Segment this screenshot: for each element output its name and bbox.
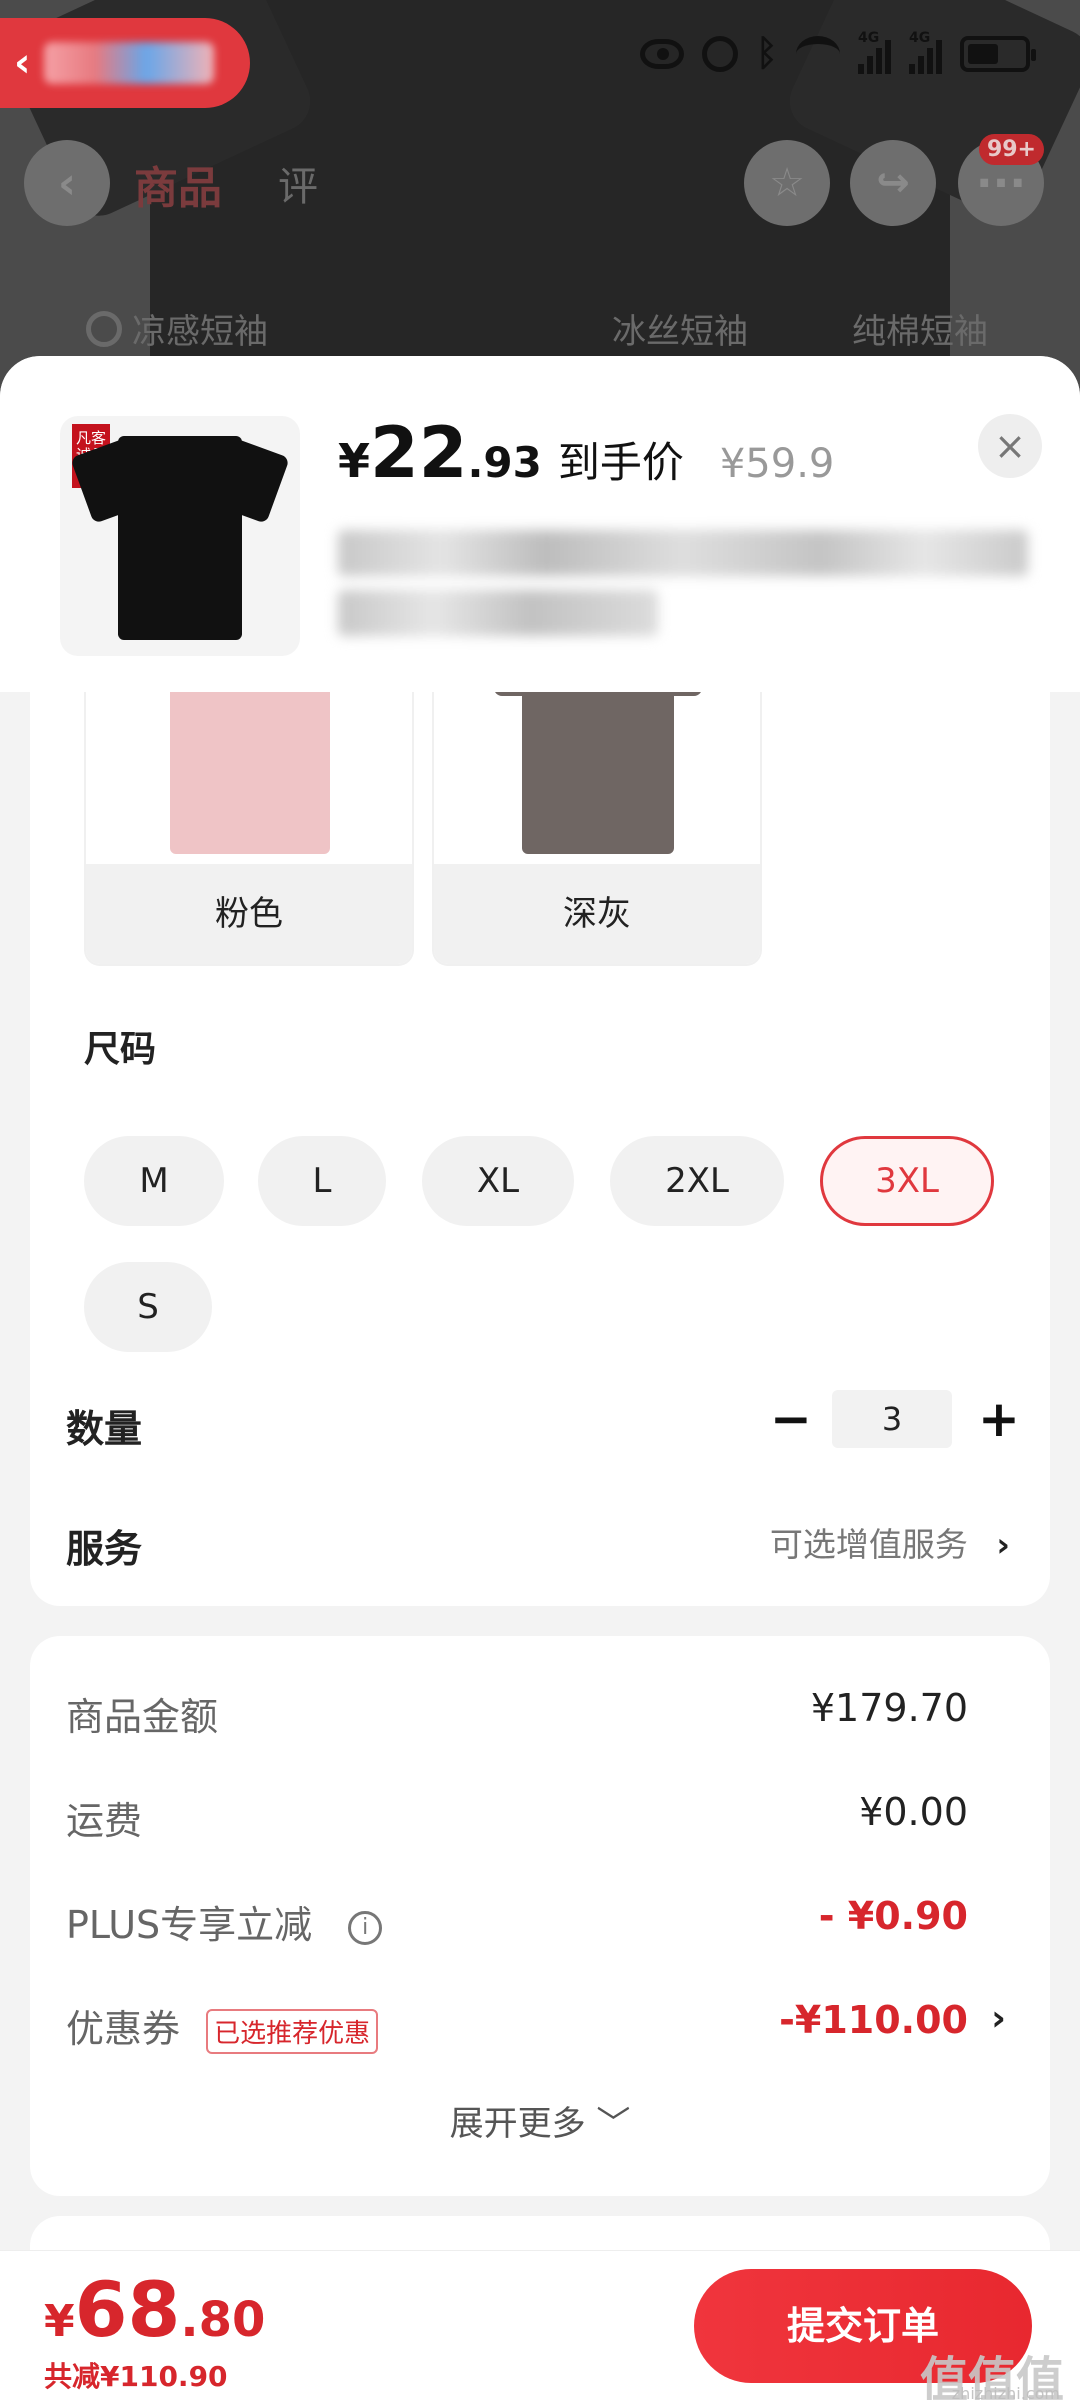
price-decimal: .93	[467, 438, 542, 487]
blurred-sku-description	[338, 530, 1028, 640]
eye-icon	[640, 39, 684, 69]
color-option-pink[interactable]: 粉色	[84, 686, 414, 966]
tshirt-image	[170, 686, 330, 866]
size-option-3xl-selected[interactable]: 3XL	[820, 1136, 994, 1226]
more-icon: ···	[975, 157, 1027, 209]
price-row-value: ¥0.00	[859, 1790, 968, 1834]
tshirt-image	[494, 686, 702, 866]
price-currency: ¥	[338, 434, 371, 488]
close-button[interactable]: ×	[978, 414, 1042, 478]
sku-selection-sheet: 凡客诚品 ¥ 22 .93 到手价 ¥59.9 ×	[0, 356, 1080, 2400]
background-product-page: ‹ ᛒ 4G 4G ‹ 商品 评 ☆ ↪ ··· 99+ 凉感短袖 冰丝短袖 纯…	[0, 0, 1080, 400]
price-row-label: 优惠券	[66, 2007, 181, 2051]
battery-icon	[960, 36, 1036, 72]
options-card: 粉色 深灰 尺码 M L XL 2XL 3XL S 数量 − 3 + 服务 可选…	[30, 686, 1050, 1606]
quantity-label: 数量	[66, 1407, 143, 1451]
more-button[interactable]: ··· 99+	[958, 134, 1044, 226]
service-value: 可选增值服务	[769, 1525, 968, 1564]
price-row-label: PLUS专享立减	[66, 1903, 313, 1947]
size-option-2xl[interactable]: 2XL	[610, 1136, 784, 1226]
status-bar: ‹ ᛒ 4G 4G	[0, 0, 1080, 120]
info-icon[interactable]: i	[348, 1910, 383, 1945]
size-option-m[interactable]: M	[84, 1136, 224, 1226]
sheet-header: 凡客诚品 ¥ 22 .93 到手价 ¥59.9 ×	[0, 356, 1080, 692]
coupon-tag: 已选推荐优惠	[206, 2009, 379, 2054]
color-option-label: 粉色	[86, 864, 412, 964]
quantity-stepper: − 3 +	[770, 1390, 1020, 1448]
price-row-label: 运费	[66, 1799, 143, 1843]
alarm-icon	[702, 36, 738, 72]
checkout-bar: ¥ 68 .80 共减¥110.90 提交订单	[0, 2250, 1080, 2400]
size-section-title: 尺码	[84, 1029, 157, 1070]
color-option-label: 深灰	[434, 864, 760, 964]
nav-title: 商品	[134, 163, 222, 214]
chevron-left-icon: ‹	[14, 40, 31, 86]
coupon-row[interactable]: 优惠券 已选推荐优惠	[66, 1998, 379, 2054]
service-label: 服务	[66, 1527, 143, 1571]
share-button[interactable]: ↪	[850, 140, 936, 226]
signal-icon: 4G	[858, 30, 891, 74]
total-decimal: .80	[180, 2292, 266, 2348]
plus-button[interactable]: +	[978, 1390, 1020, 1448]
price-breakdown-card: 商品金额 ¥179.70 运费 ¥0.00 PLUS专享立减 i - ¥0.90…	[30, 1636, 1050, 2196]
total-saved: 共减¥110.90	[44, 2360, 228, 2393]
search-tag: 纯棉短袖	[852, 312, 988, 352]
product-thumbnail: 凡客诚品	[60, 416, 300, 656]
watermark-url: zhizhizhi.com	[951, 2384, 1060, 2400]
size-option-l[interactable]: L	[258, 1136, 386, 1226]
star-icon: ☆	[769, 160, 805, 206]
size-option-xl[interactable]: XL	[422, 1136, 574, 1226]
close-icon: ×	[994, 424, 1026, 468]
search-tag: 冰丝短袖	[612, 312, 748, 352]
price-row-value: ¥179.70	[810, 1686, 968, 1730]
total-currency: ¥	[44, 2296, 75, 2347]
quantity-input[interactable]: 3	[832, 1390, 952, 1448]
total-integer: 68	[74, 2265, 181, 2354]
chevron-left-icon: ‹	[57, 157, 77, 209]
coupon-discount-value: -¥110.00	[779, 1998, 968, 2042]
expand-more-button[interactable]: 展开更多 ﹀	[30, 2096, 1050, 2145]
total-price: ¥ 68 .80	[44, 2265, 265, 2354]
size-option-s[interactable]: S	[84, 1262, 212, 1352]
return-to-app-pill[interactable]: ‹	[0, 18, 250, 108]
color-option-dark-gray[interactable]: 深灰	[432, 686, 762, 966]
price-integer: 22	[370, 412, 468, 494]
blurred-app-name	[44, 42, 215, 84]
share-icon: ↪	[876, 160, 910, 206]
price-line: ¥ 22 .93 到手价 ¥59.9	[338, 412, 834, 494]
original-price: ¥59.9	[719, 441, 835, 487]
background-nav-bar: ‹ 商品 评 ☆ ↪ ··· 99+	[0, 134, 1080, 240]
chevron-right-icon[interactable]: ›	[991, 1998, 1006, 2039]
service-selector[interactable]: 可选增值服务 ›	[770, 1518, 1010, 1566]
signal-icon: 4G	[909, 30, 942, 74]
search-icon	[86, 310, 122, 347]
chevron-right-icon: ›	[996, 1525, 1010, 1564]
notification-badge: 99+	[978, 134, 1044, 165]
favorite-button[interactable]: ☆	[744, 140, 830, 226]
nav-tab-partial: 评	[278, 164, 318, 210]
bluetooth-icon: ᛒ	[756, 33, 778, 74]
price-label: 到手价	[557, 438, 684, 487]
plus-discount-value: - ¥0.90	[818, 1894, 968, 1938]
search-placeholder: 凉感短袖	[132, 312, 268, 352]
wifi-icon	[796, 36, 840, 72]
tshirt-image	[70, 430, 290, 640]
minus-button[interactable]: −	[770, 1390, 812, 1448]
back-button[interactable]: ‹	[24, 140, 110, 226]
price-row-label: 商品金额	[66, 1695, 219, 1739]
